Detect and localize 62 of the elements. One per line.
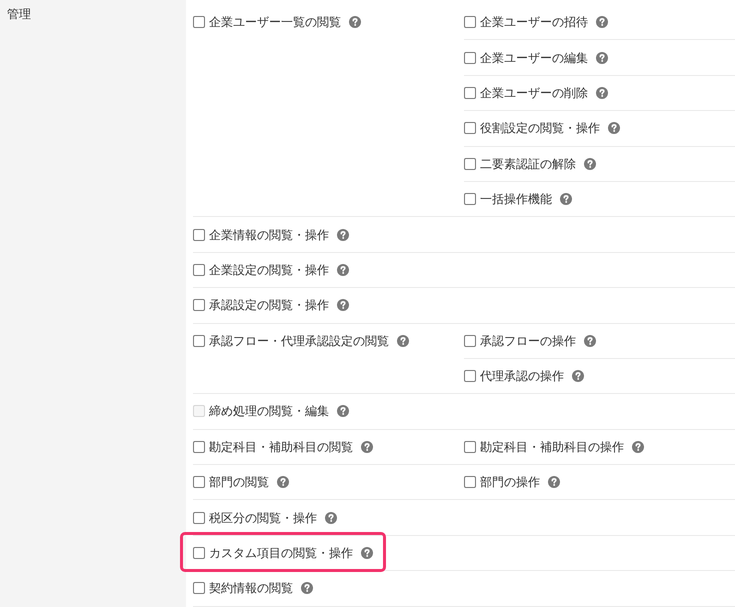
help-icon[interactable] [361,547,373,560]
checkbox[interactable] [464,86,476,99]
help-icon[interactable] [349,16,361,28]
help-icon[interactable] [337,228,349,241]
permission-label: 企業ユーザーの招待 [480,14,588,30]
section-label: 管理 [7,6,32,22]
help-icon[interactable] [325,512,337,524]
permission-label: 部門の閲覧 [209,474,269,490]
permission-label: 一括操作機能 [480,191,552,208]
help-icon[interactable] [608,122,620,134]
permission-label: 承認フローの操作 [480,332,576,349]
permission-label: 勘定科目・補助科目の閲覧 [209,438,353,455]
permission-label: カスタム項目の閲覧・操作 [209,545,353,562]
help-icon[interactable] [277,476,289,488]
permission-label: 企業情報の閲覧・操作 [209,226,329,243]
help-icon[interactable] [361,440,373,453]
permission-label: 企業ユーザーの削除 [480,84,588,101]
help-icon[interactable] [632,440,644,453]
help-icon[interactable] [596,16,608,28]
permission-label: 企業ユーザーの編集 [480,50,588,66]
checkbox[interactable] [464,158,476,170]
checkbox[interactable] [464,440,476,453]
checkbox[interactable] [193,440,205,453]
help-icon[interactable] [337,299,349,312]
help-icon[interactable] [572,370,584,382]
permission-label: 代理承認の操作 [480,368,564,384]
checkbox[interactable] [464,334,476,347]
help-icon[interactable] [397,334,409,347]
checkbox[interactable] [193,228,205,241]
checkbox[interactable] [193,16,205,28]
permission-label: 承認設定の閲覧・操作 [209,297,329,314]
permission-label: 二要素認証の解除 [480,156,576,172]
checkbox[interactable] [464,193,476,206]
checkbox[interactable] [464,122,476,134]
help-icon[interactable] [584,158,596,170]
help-icon[interactable] [548,476,560,488]
help-icon[interactable] [584,334,596,347]
help-icon[interactable] [337,264,349,276]
checkbox[interactable] [193,476,205,488]
checkbox[interactable] [193,582,205,594]
checkbox[interactable] [464,52,476,64]
permission-label: 部門の操作 [480,474,540,490]
permission-label: 契約情報の閲覧 [209,580,293,596]
checkbox[interactable] [464,476,476,488]
help-icon[interactable] [301,582,313,594]
permission-label: 企業設定の閲覧・操作 [209,262,329,278]
checkbox[interactable] [464,16,476,28]
permission-label: 税区分の閲覧・操作 [209,510,317,526]
permission-label: 勘定科目・補助科目の操作 [480,438,624,455]
permission-label: 企業ユーザー一覧の閲覧 [209,14,341,30]
permission-label: 承認フロー・代理承認設定の閲覧 [209,332,389,349]
permission-label: 締め処理の閲覧・編集 [209,403,329,420]
checkbox[interactable] [193,334,205,347]
checkbox[interactable] [193,547,205,560]
help-icon[interactable] [560,193,572,206]
checkbox[interactable] [464,370,476,382]
help-icon[interactable] [596,86,608,99]
checkbox[interactable] [193,512,205,524]
checkbox[interactable] [193,299,205,312]
checkbox[interactable] [193,264,205,276]
help-icon[interactable] [596,52,608,64]
permission-label: 役割設定の閲覧・操作 [480,120,600,136]
